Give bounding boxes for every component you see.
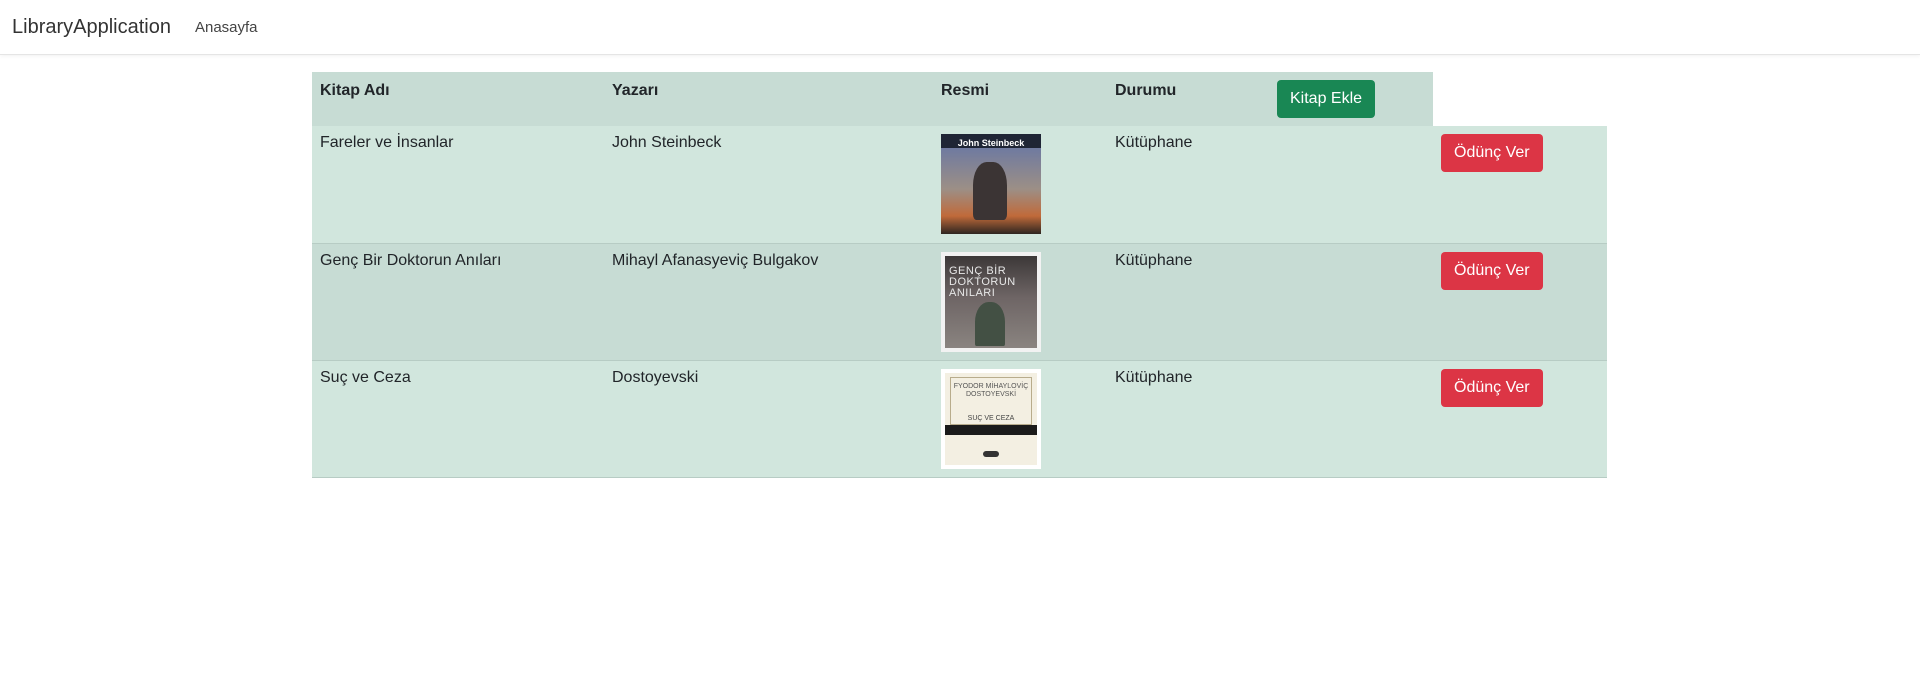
table-row: Suç ve Ceza Dostoyevski FYODOR MİHAYLOVİ…	[312, 360, 1607, 477]
publisher-logo	[983, 450, 999, 457]
book-cover-image: GENÇ BİR DOKTORUN ANILARI	[941, 251, 1041, 352]
header-empty-cell	[1433, 72, 1607, 126]
book-status: Kütüphane	[1115, 134, 1193, 151]
book-status: Kütüphane	[1115, 251, 1193, 269]
header-actions: Kitap Ekle	[1269, 72, 1433, 126]
book-cover-subtext: SUÇ VE CEZA	[967, 414, 1015, 422]
books-table-container: Kitap Adı Yazarı Resmi Durumu Kitap Ekle…	[312, 72, 1607, 478]
lend-cell: Ödünç Ver	[1433, 126, 1607, 243]
navbar: LibraryApplication Anasayfa	[0, 0, 1920, 55]
book-cover-cell: FYODOR MİHAYLOVİÇ DOSTOYEVSKİ SUÇ VE CEZ…	[933, 360, 1107, 477]
book-cover-text: John Steinbeck	[957, 138, 1025, 148]
table-row: Genç Bir Doktorun Anıları Mihayl Afanasy…	[312, 243, 1607, 360]
book-author: Dostoyevski	[612, 368, 699, 386]
book-status: Kütüphane	[1115, 368, 1193, 386]
lend-button[interactable]: Ödünç Ver	[1441, 251, 1543, 290]
book-cover-cell: John Steinbeck	[933, 126, 1107, 243]
cover-figure	[973, 162, 1007, 220]
table-row: Fareler ve İnsanlar John Steinbeck John …	[312, 126, 1607, 243]
header-image: Resmi	[933, 72, 1107, 126]
book-cover-text: GENÇ BİR DOKTORUN ANILARI	[949, 264, 1016, 299]
book-actions-cell	[1269, 243, 1433, 360]
book-author: Mihayl Afanasyeviç Bulgakov	[612, 251, 819, 269]
book-cover-image: FYODOR MİHAYLOVİÇ DOSTOYEVSKİ SUÇ VE CEZ…	[941, 368, 1041, 469]
header-status: Durumu	[1107, 72, 1269, 126]
book-title: Genç Bir Doktorun Anıları	[320, 251, 502, 269]
header-author: Yazarı	[604, 72, 933, 126]
book-actions-cell	[1269, 360, 1433, 477]
book-title: Fareler ve İnsanlar	[320, 134, 454, 151]
book-cover-image: John Steinbeck	[941, 134, 1041, 234]
book-cover-text: FYODOR MİHAYLOVİÇ DOSTOYEVSKİ	[953, 382, 1029, 398]
nav-link-anasayfa[interactable]: Anasayfa	[195, 19, 258, 36]
cover-band	[945, 424, 1037, 435]
book-cover-cell: GENÇ BİR DOKTORUN ANILARI	[933, 243, 1107, 360]
lend-cell: Ödünç Ver	[1433, 243, 1607, 360]
lend-button[interactable]: Ödünç Ver	[1441, 134, 1543, 172]
header-title: Kitap Adı	[312, 72, 604, 126]
cover-figure	[975, 301, 1005, 346]
add-book-button[interactable]: Kitap Ekle	[1277, 80, 1376, 118]
book-actions-cell	[1269, 126, 1433, 243]
table-header-row: Kitap Adı Yazarı Resmi Durumu Kitap Ekle	[312, 72, 1607, 126]
lend-cell: Ödünç Ver	[1433, 360, 1607, 477]
brand-link[interactable]: LibraryApplication	[12, 16, 171, 39]
book-title: Suç ve Ceza	[320, 368, 411, 386]
book-author: John Steinbeck	[612, 134, 722, 151]
lend-button[interactable]: Ödünç Ver	[1441, 368, 1543, 407]
books-table: Kitap Adı Yazarı Resmi Durumu Kitap Ekle…	[312, 72, 1607, 478]
